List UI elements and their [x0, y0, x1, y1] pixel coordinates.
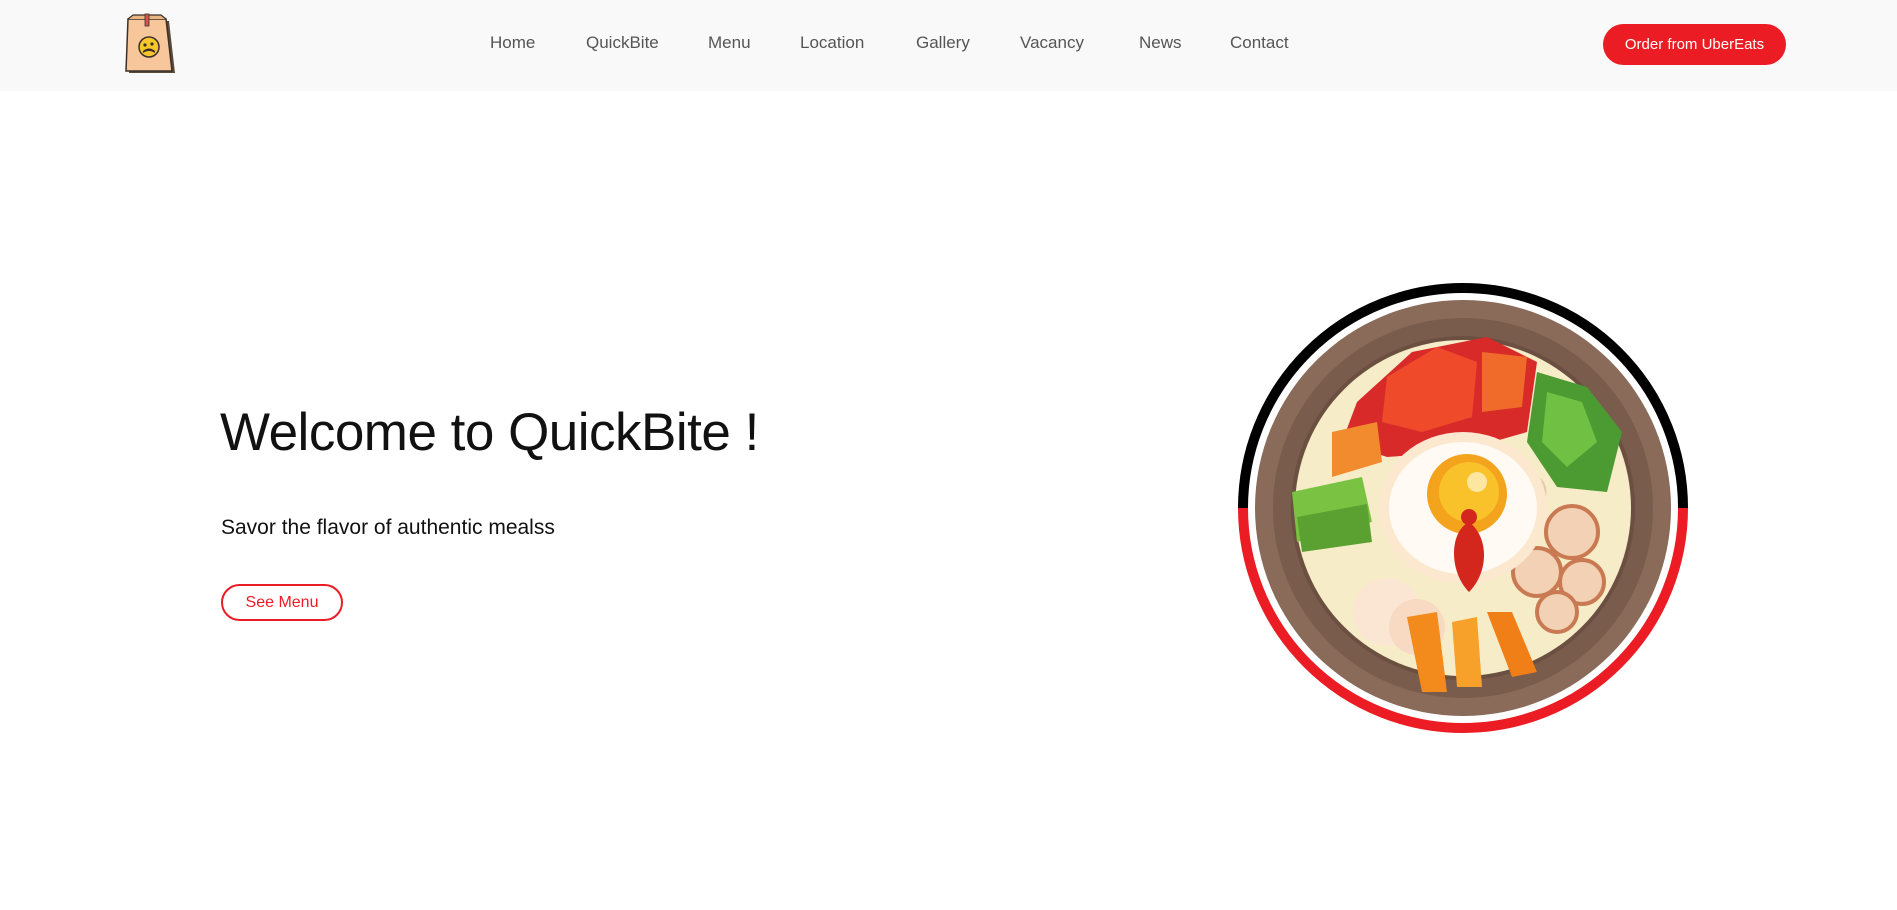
nav-link-contact[interactable]: Contact: [1230, 33, 1289, 53]
bibimbap-bowl-illustration: [1237, 282, 1689, 734]
order-ubereats-button[interactable]: Order from UberEats: [1603, 24, 1786, 65]
nav-link-location[interactable]: Location: [800, 33, 864, 53]
nav-link-vacancy[interactable]: Vacancy: [1020, 33, 1084, 53]
hero-title: Welcome to QuickBite !: [220, 403, 759, 462]
nav-link-menu[interactable]: Menu: [708, 33, 751, 53]
see-menu-button[interactable]: See Menu: [221, 584, 343, 621]
nav-link-quickbite[interactable]: QuickBite: [586, 33, 659, 53]
nav-link-news[interactable]: News: [1139, 33, 1182, 53]
nav-link-home[interactable]: Home: [490, 33, 535, 53]
nav-link-gallery[interactable]: Gallery: [916, 33, 970, 53]
hero-subtitle: Savor the flavor of authentic mealss: [221, 516, 555, 539]
navbar: Home QuickBite Menu Location Gallery Vac…: [0, 0, 1897, 91]
